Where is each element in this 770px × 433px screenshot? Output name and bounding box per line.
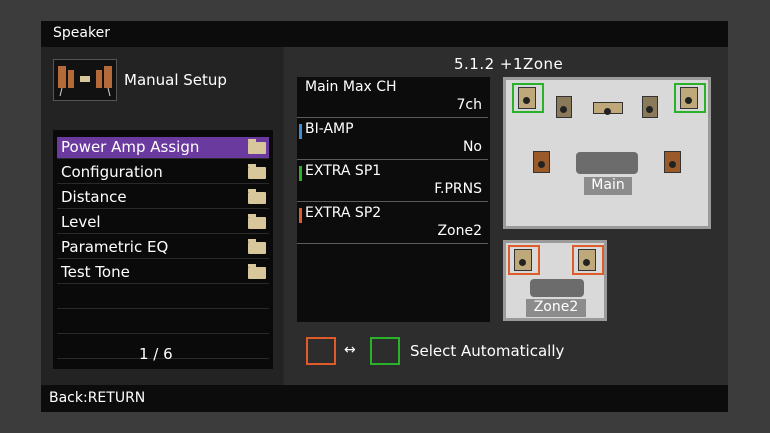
setting-main-max-ch[interactable]: Main Max CH 7ch bbox=[297, 77, 488, 118]
setting-key: BI-AMP bbox=[305, 121, 354, 137]
title-bar: Speaker bbox=[41, 21, 728, 47]
menu-item-label: Configuration bbox=[61, 163, 163, 181]
menu-item-parametric-eq[interactable]: Parametric EQ bbox=[57, 237, 269, 259]
setting-extra-sp1[interactable]: EXTRA SP1 F.PRNS bbox=[297, 161, 488, 202]
setting-value: 7ch bbox=[456, 97, 482, 113]
menu-item-distance[interactable]: Distance bbox=[57, 187, 269, 209]
folder-icon bbox=[248, 139, 266, 154]
accent-bar bbox=[299, 208, 302, 223]
setup-menu: Power Amp Assign Configuration Distance … bbox=[53, 130, 273, 369]
speaker-icon bbox=[533, 151, 550, 173]
setting-extra-sp2[interactable]: EXTRA SP2 Zone2 bbox=[297, 203, 488, 244]
setting-bi-amp[interactable]: BI-AMP No bbox=[297, 119, 488, 160]
setting-value: No bbox=[462, 139, 482, 155]
speaker-icon bbox=[518, 87, 536, 109]
accent-bar bbox=[299, 124, 302, 139]
folder-icon bbox=[248, 164, 266, 179]
menu-item-power-amp-assign[interactable]: Power Amp Assign bbox=[57, 137, 269, 159]
menu-item-label: Test Tone bbox=[61, 263, 130, 281]
legend-red-box bbox=[306, 337, 336, 365]
setting-key: Main Max CH bbox=[305, 79, 397, 95]
speaker-mode: 5.1.2 +1Zone bbox=[454, 55, 564, 73]
sofa-icon bbox=[530, 279, 584, 297]
setting-value: Zone2 bbox=[437, 223, 482, 239]
speaker-icon bbox=[642, 96, 658, 118]
menu-item-label: Parametric EQ bbox=[61, 238, 169, 256]
accent-bar bbox=[299, 166, 302, 181]
speaker-icon bbox=[514, 249, 532, 271]
zone2-label: Zone2 bbox=[526, 299, 586, 317]
speaker-icon bbox=[578, 249, 596, 271]
header-label: Manual Setup bbox=[124, 71, 227, 89]
menu-item-level[interactable]: Level bbox=[57, 212, 269, 234]
speaker-setup-icon bbox=[53, 59, 117, 101]
speaker-screen: Speaker Manual Setup Power Amp Assign Co… bbox=[41, 21, 728, 412]
zone2-diagram: Zone2 bbox=[503, 240, 607, 321]
sofa-icon bbox=[576, 152, 638, 174]
main-zone-label: Main bbox=[584, 177, 632, 195]
footer-bar: Back:RETURN bbox=[41, 385, 728, 412]
legend-green-box bbox=[370, 337, 400, 365]
speaker-icon bbox=[556, 96, 572, 118]
legend-text: Select Automatically bbox=[410, 342, 565, 360]
menu-item-label: Power Amp Assign bbox=[61, 138, 200, 156]
menu-item-label: Level bbox=[61, 213, 101, 231]
menu-item-test-tone[interactable]: Test Tone bbox=[57, 262, 269, 284]
folder-icon bbox=[248, 239, 266, 254]
setting-key: EXTRA SP1 bbox=[305, 163, 382, 179]
speaker-icon bbox=[593, 102, 623, 115]
settings-list: Main Max CH 7ch BI-AMP No EXTRA SP1 F.PR… bbox=[297, 77, 490, 322]
main-zone-diagram: Main bbox=[503, 77, 711, 229]
back-hint: Back:RETURN bbox=[49, 390, 146, 406]
menu-item-empty bbox=[57, 287, 269, 309]
speaker-icon bbox=[664, 151, 681, 173]
page-indicator: 1 / 6 bbox=[139, 345, 173, 363]
folder-icon bbox=[248, 214, 266, 229]
menu-item-empty bbox=[57, 312, 269, 334]
swap-arrow-icon: ↔ bbox=[344, 342, 356, 358]
folder-icon bbox=[248, 264, 266, 279]
menu-item-configuration[interactable]: Configuration bbox=[57, 162, 269, 184]
setting-value: F.PRNS bbox=[434, 181, 482, 197]
setting-key: EXTRA SP2 bbox=[305, 205, 382, 221]
folder-icon bbox=[248, 189, 266, 204]
menu-item-label: Distance bbox=[61, 188, 127, 206]
speaker-icon bbox=[680, 87, 698, 109]
page-title: Speaker bbox=[53, 25, 110, 41]
